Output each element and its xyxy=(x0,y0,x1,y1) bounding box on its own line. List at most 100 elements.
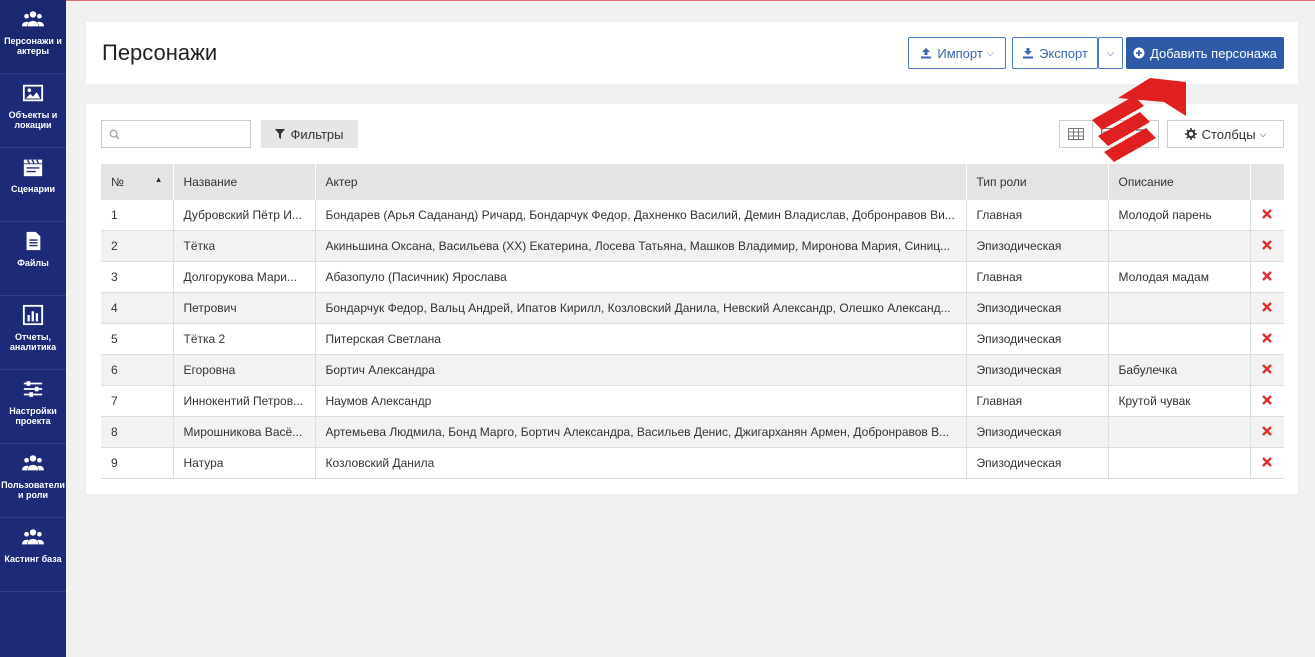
chevron-down-icon: ⌵ xyxy=(1106,47,1115,59)
upload-icon xyxy=(921,48,932,59)
cell-description xyxy=(1108,416,1251,448)
column-header-description[interactable]: Описание xyxy=(1108,164,1251,200)
cell-role-type: Эпизодическая xyxy=(966,230,1109,262)
table-body: 1 Дубровский Пётр И... Бондарев (Арья Сада… xyxy=(101,200,1284,479)
add-character-label: Добавить персонажа xyxy=(1150,45,1277,61)
columns-label: Столбцы xyxy=(1201,126,1256,142)
cell-actor: Питерская Светлана xyxy=(315,323,967,355)
cell-description xyxy=(1108,292,1251,324)
file-icon xyxy=(26,231,41,251)
delete-row-button[interactable] xyxy=(1250,416,1284,448)
export-label: Экспорт xyxy=(1039,45,1088,61)
add-character-button[interactable]: Добавить персонажа xyxy=(1126,37,1284,69)
chevron-down-icon: ⌵ xyxy=(986,47,994,58)
sidebar-item-casting[interactable]: Кастинг база xyxy=(0,518,66,592)
download-icon xyxy=(1023,48,1034,59)
cell-number: 9 xyxy=(101,447,174,479)
cell-actor: Акиньшина Оксана, Васильева (XX) Екатери… xyxy=(315,230,967,262)
sidebar-item-scripts[interactable]: Сценарии xyxy=(0,148,66,222)
delete-row-button[interactable] xyxy=(1250,385,1284,417)
column-header-role-type[interactable]: Тип роли xyxy=(966,164,1109,200)
sidebar-item-label: Кастинг база xyxy=(4,554,62,564)
delete-row-button[interactable] xyxy=(1250,200,1284,231)
sidebar: Персонажи и актеры Объекты и локации Сце… xyxy=(0,0,66,657)
export-dropdown-button[interactable]: ⌵ xyxy=(1098,37,1123,69)
export-button[interactable]: Экспорт xyxy=(1012,37,1098,69)
table-row[interactable]: 6 Егоровна Бортич Александра Эпизодическая Б… xyxy=(101,354,1284,386)
delete-row-button[interactable] xyxy=(1250,261,1284,293)
cell-description xyxy=(1108,447,1251,479)
table-row[interactable]: 7 Иннокентий Петров... Наумов Александр Гла… xyxy=(101,385,1284,417)
cell-number: 7 xyxy=(101,385,174,417)
users-icon xyxy=(22,529,44,545)
close-icon xyxy=(1262,302,1273,312)
table-row[interactable]: 5 Тётка 2 Питерская Светлана Эпизодическая xyxy=(101,323,1284,355)
cell-actor: Абазопуло (Пасичник) Ярослава xyxy=(315,261,967,293)
plus-circle-icon xyxy=(1133,47,1145,59)
sidebar-item-label: Отчеты, аналитика xyxy=(9,332,57,352)
column-header-actor[interactable]: Актер xyxy=(315,164,967,200)
cell-description: Крутой чувак xyxy=(1108,385,1251,417)
cell-name: Натура xyxy=(173,447,316,479)
table-row[interactable]: 4 Петрович Бондарчук Федор, Вальц Андрей, … xyxy=(101,292,1284,324)
close-icon xyxy=(1262,426,1273,436)
close-icon xyxy=(1262,457,1273,467)
delete-row-button[interactable] xyxy=(1250,323,1284,355)
cell-name: Егоровна xyxy=(173,354,316,386)
filters-button[interactable]: Фильтры xyxy=(261,120,358,148)
search-input[interactable] xyxy=(101,120,251,148)
close-icon xyxy=(1262,395,1273,405)
search-icon xyxy=(109,129,120,140)
sidebar-item-reports[interactable]: Отчеты, аналитика xyxy=(0,296,66,370)
users-icon xyxy=(22,11,44,27)
cell-number: 5 xyxy=(101,323,174,355)
close-icon xyxy=(1262,271,1273,281)
table-row[interactable]: 2 Тётка Акиньшина Оксана, Васильева (XX) Е… xyxy=(101,230,1284,262)
sidebar-item-label: Файлы xyxy=(17,258,49,268)
sidebar-item-label: Настройки проекта xyxy=(9,406,57,426)
cell-actor: Наумов Александр xyxy=(315,385,967,417)
page-title: Персонажи xyxy=(102,40,218,65)
import-button[interactable]: Импорт ⌵ xyxy=(908,37,1006,69)
image-icon xyxy=(22,84,44,102)
sidebar-item-files[interactable]: Файлы xyxy=(0,222,66,296)
sidebar-item-users[interactable]: Пользователи и роли xyxy=(0,444,66,518)
cell-name: Иннокентий Петров... xyxy=(173,385,316,417)
cell-name: Долгорукова Мари... xyxy=(173,261,316,293)
cell-name: Петрович xyxy=(173,292,316,324)
cell-description: Молодая мадам xyxy=(1108,261,1251,293)
cell-number: 2 xyxy=(101,230,174,262)
header-panel: Персонажи Импорт ⌵ Экспорт ⌵ Добавить пе… xyxy=(86,22,1298,84)
delete-row-button[interactable] xyxy=(1250,447,1284,479)
column-header-number[interactable]: № ▲ xyxy=(101,164,174,200)
filters-label: Фильтры xyxy=(290,126,344,142)
table-row[interactable]: 8 Мирошникова Васё... Артемьева Людмила, Б… xyxy=(101,416,1284,448)
delete-row-button[interactable] xyxy=(1250,354,1284,386)
chevron-down-icon: ⌵ xyxy=(1259,128,1267,139)
sidebar-item-characters[interactable]: Персонажи и актеры xyxy=(0,0,66,74)
sidebar-item-label: Сценарии xyxy=(10,184,56,194)
column-header-name[interactable]: Название xyxy=(173,164,316,200)
cell-number: 4 xyxy=(101,292,174,324)
cell-role-type: Эпизодическая xyxy=(966,323,1109,355)
cell-role-type: Главная xyxy=(966,261,1109,293)
sidebar-item-label: Объекты и локации xyxy=(8,110,58,130)
table-row[interactable]: 1 Дубровский Пётр И... Бондарев (Арья Сада… xyxy=(101,200,1284,231)
import-label: Импорт xyxy=(937,45,983,61)
cell-name: Мирошникова Васё... xyxy=(173,416,316,448)
delete-row-button[interactable] xyxy=(1250,230,1284,262)
sidebar-item-settings[interactable]: Настройки проекта xyxy=(0,370,66,444)
filter-icon xyxy=(275,129,286,139)
table-row[interactable]: 9 Натура Козловский Данила Эпизодическая xyxy=(101,447,1284,479)
delete-row-button[interactable] xyxy=(1250,292,1284,324)
column-header-actions xyxy=(1250,164,1285,200)
cell-role-type: Эпизодическая xyxy=(966,416,1109,448)
cell-description: Бабулечка xyxy=(1108,354,1251,386)
table-row[interactable]: 3 Долгорукова Мари... Абазопуло (Пасичник)… xyxy=(101,261,1284,293)
cell-actor: Бондарев (Арья Садананд) Ричард, Бондарч… xyxy=(315,200,967,231)
cell-actor: Артемьева Людмила, Бонд Марго, Бортич Ал… xyxy=(315,416,967,448)
annotation-arrow-icon xyxy=(1092,78,1186,162)
sidebar-item-objects[interactable]: Объекты и локации xyxy=(0,74,66,148)
table-header-row: № ▲ Название Актер Тип роли Описание xyxy=(101,164,1285,200)
cell-name: Тётка 2 xyxy=(173,323,316,355)
